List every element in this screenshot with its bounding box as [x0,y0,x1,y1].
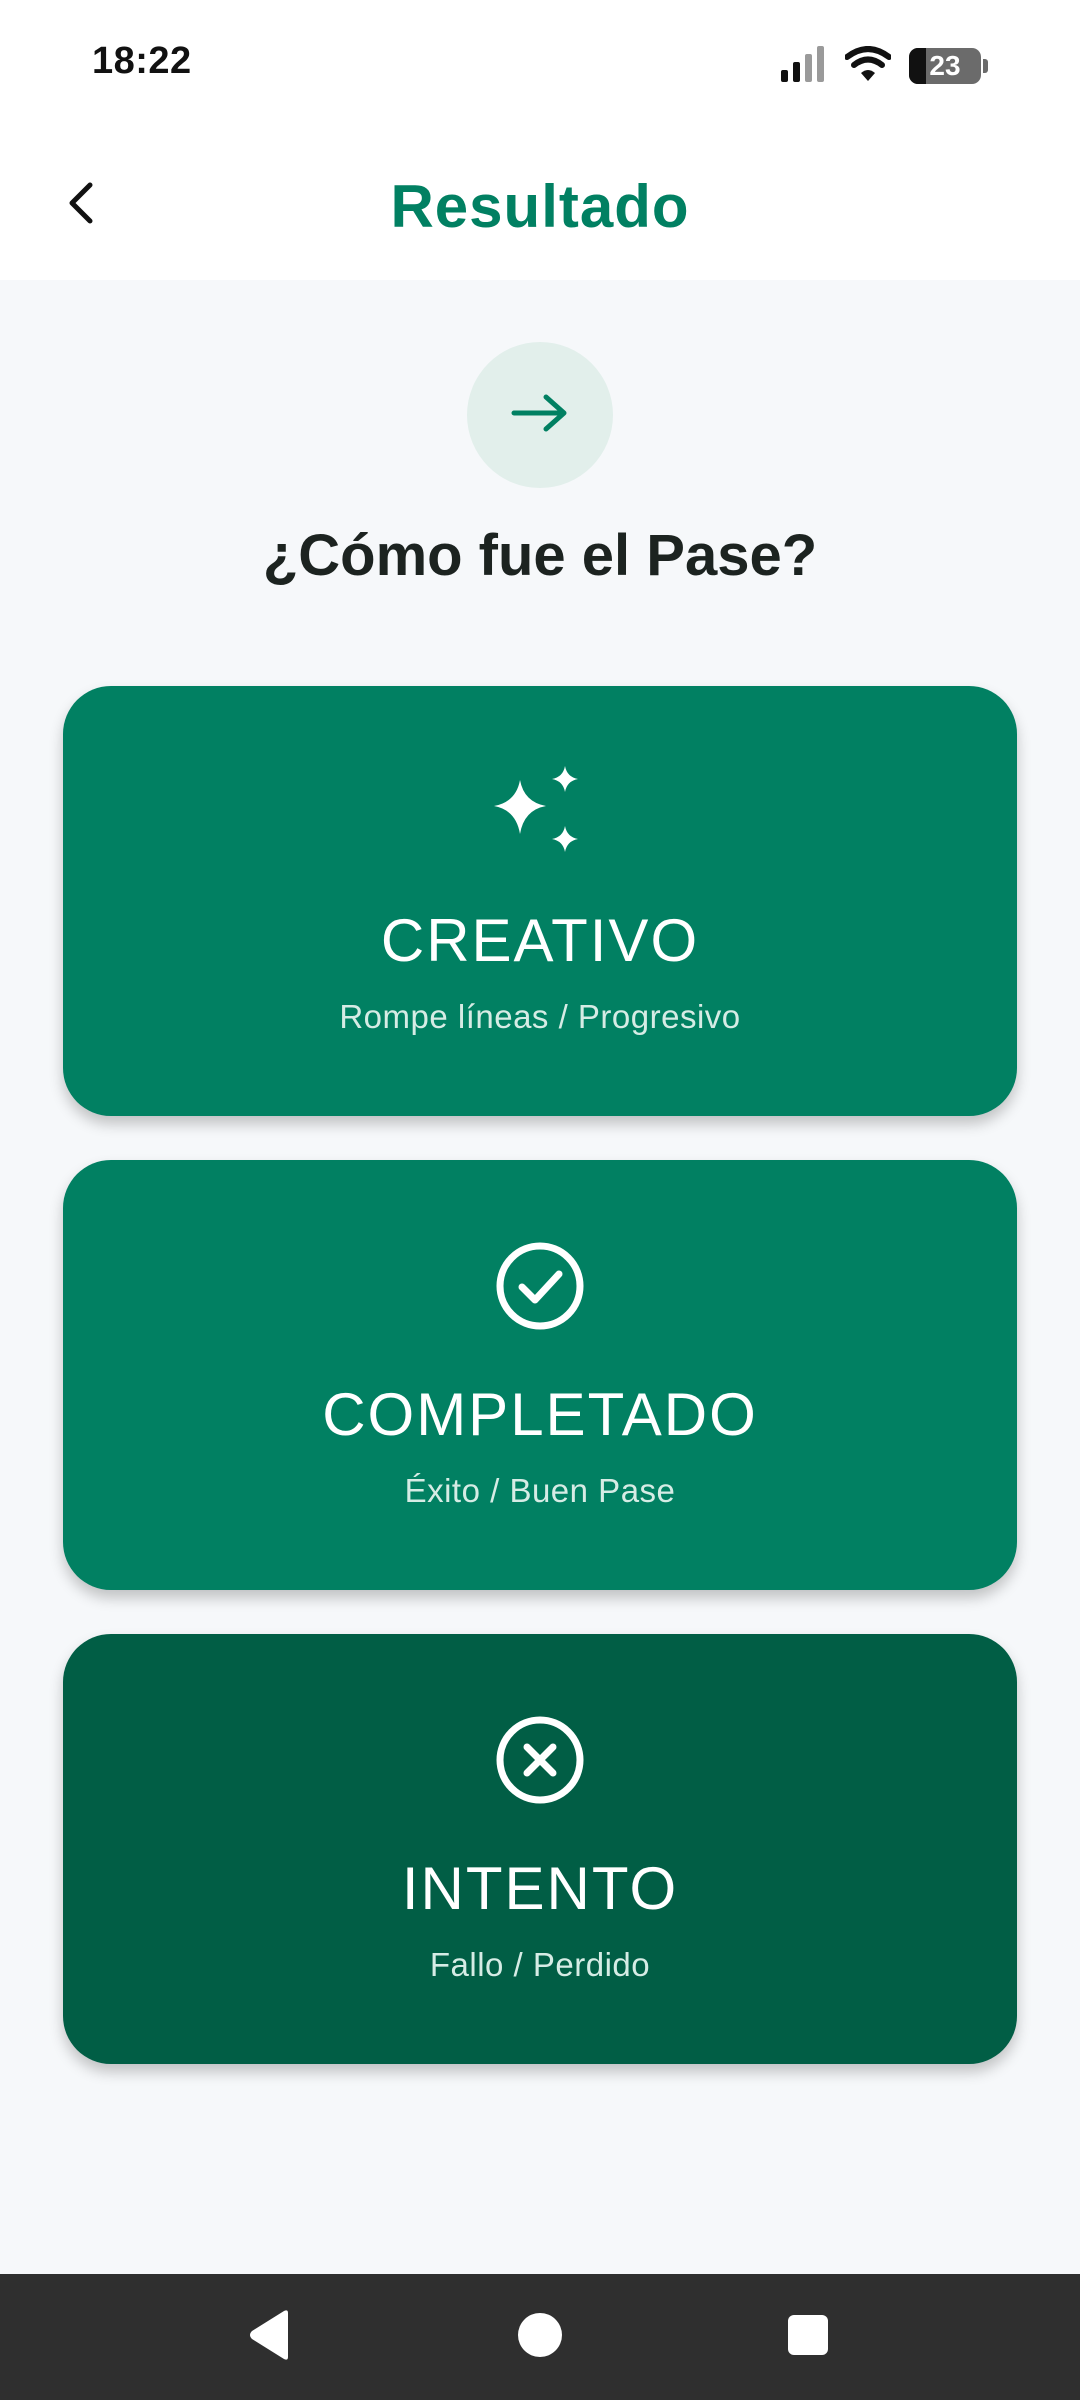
sparkles-icon [490,762,590,867]
status-time: 18:22 [92,40,192,82]
status-bar: 18:22 23 [0,0,1080,130]
nav-back-button[interactable] [228,2295,312,2379]
signal-icon [781,45,827,87]
battery-tip [983,59,988,73]
triangle-back-icon [246,2309,294,2366]
option-title: INTENTO [401,1855,679,1922]
card-icon-wrap [63,1712,1017,1812]
circle-home-icon [517,2312,563,2363]
option-intento-button[interactable]: INTENTO Fallo / Perdido [63,1634,1017,2064]
system-nav-bar [0,2274,1080,2400]
nav-home-button[interactable] [498,2295,582,2379]
battery-icon: 23 [909,48,981,84]
nav-recents-button[interactable] [766,2295,850,2379]
option-subtitle: Fallo / Perdido [429,1946,651,1983]
page-title: Resultado [390,173,690,240]
status-icons: 23 [781,45,988,87]
battery-level: 23 [929,50,961,81]
check-circle-icon [494,1240,586,1337]
option-completado-button[interactable]: COMPLETADO Éxito / Buen Pase [63,1160,1017,1590]
wifi-icon [844,45,892,87]
header-icon-circle [467,342,613,488]
arrow-right-icon [510,391,570,440]
x-circle-icon [494,1714,586,1811]
option-subtitle: Éxito / Buen Pase [404,1472,676,1509]
option-subtitle: Rompe líneas / Progresivo [339,998,741,1035]
app-bar: Resultado [0,130,1080,280]
card-icon-wrap [63,764,1017,864]
result-screen: 18:22 23 Resultado ¿Cómo fue el Pase? CR… [0,0,1080,2400]
option-title: COMPLETADO [322,1381,758,1448]
option-title: CREATIVO [380,907,700,974]
option-creativo-button[interactable]: CREATIVO Rompe líneas / Progresivo [63,686,1017,1116]
question-heading: ¿Cómo fue el Pase? [262,523,818,588]
card-icon-wrap [63,1238,1017,1338]
square-recents-icon [787,2314,829,2361]
